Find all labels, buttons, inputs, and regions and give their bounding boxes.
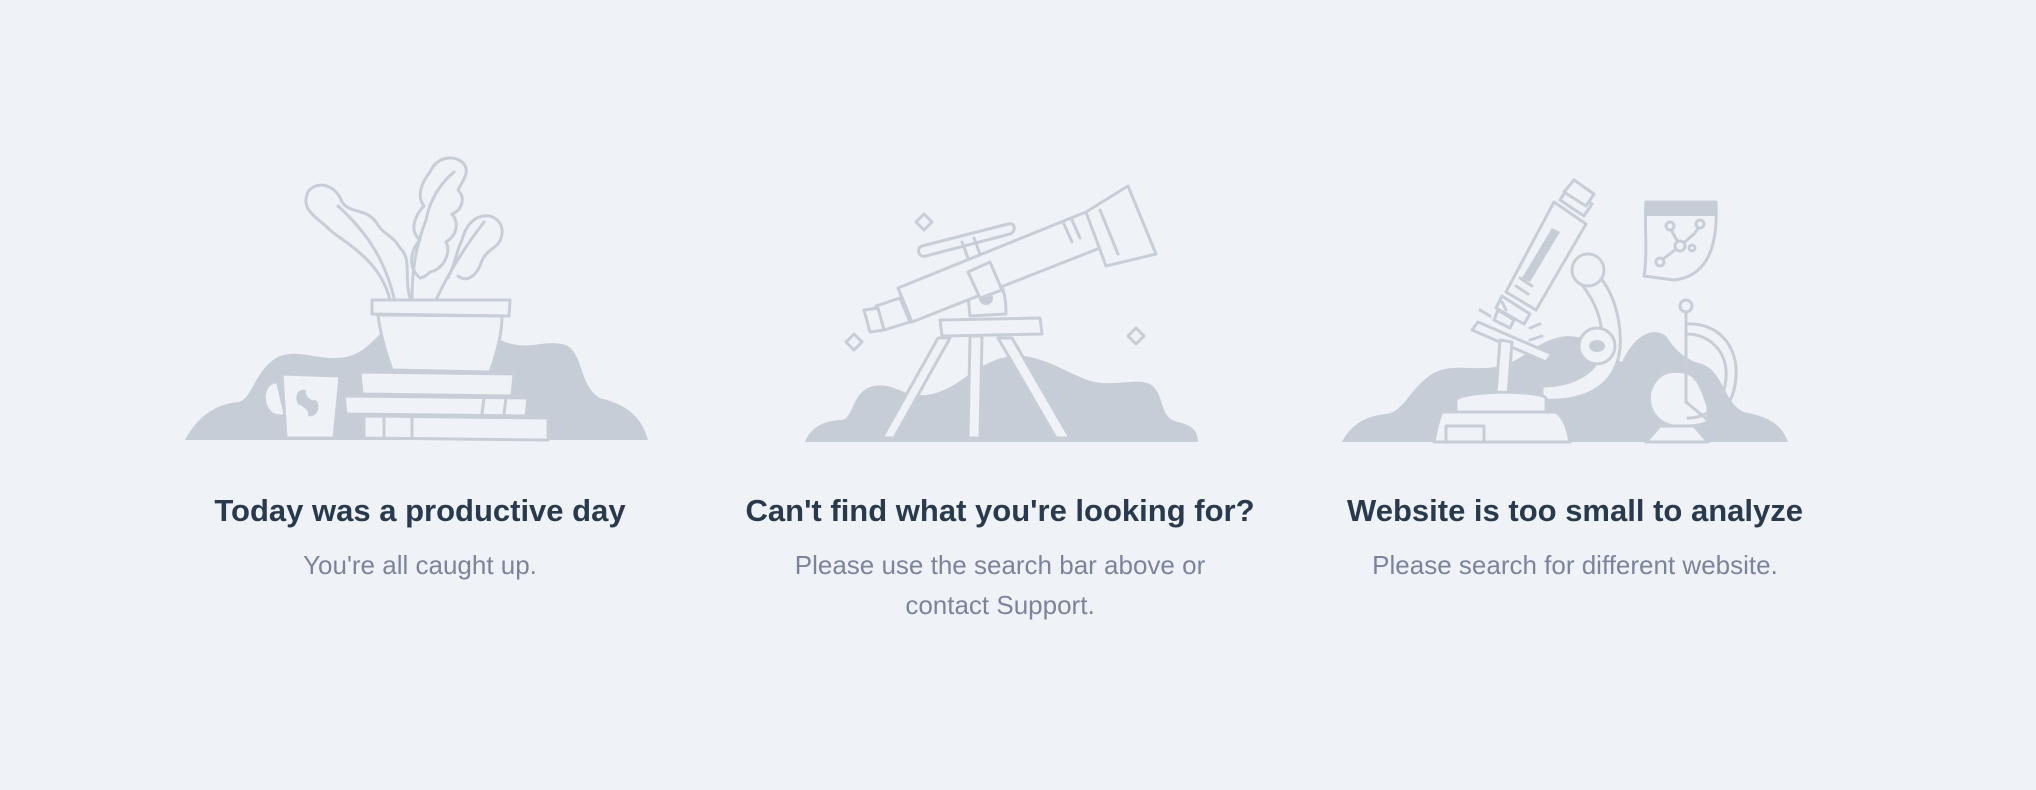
empty-state-not-found: Can't find what you're looking for? Plea… xyxy=(746,150,1255,625)
empty-state-description: Please use the search bar above or conta… xyxy=(794,550,1206,620)
empty-state-title: Can't find what you're looking for? xyxy=(745,493,1255,528)
empty-state-site-too-small: Website is too small to analyze Please s… xyxy=(1330,150,1820,585)
empty-state-title: Today was a productive day xyxy=(214,493,626,528)
empty-state-description: You're all caught up. xyxy=(303,550,537,580)
empty-state-description: Please search for different website. xyxy=(1372,550,1778,580)
microscope-icon xyxy=(1342,178,1788,444)
empty-state-productive-day: Today was a productive day You're all ca… xyxy=(180,150,660,585)
empty-state-title: Website is too small to analyze xyxy=(1347,493,1803,528)
telescope-icon xyxy=(805,184,1198,442)
plant-books-mug-icon xyxy=(185,156,648,442)
